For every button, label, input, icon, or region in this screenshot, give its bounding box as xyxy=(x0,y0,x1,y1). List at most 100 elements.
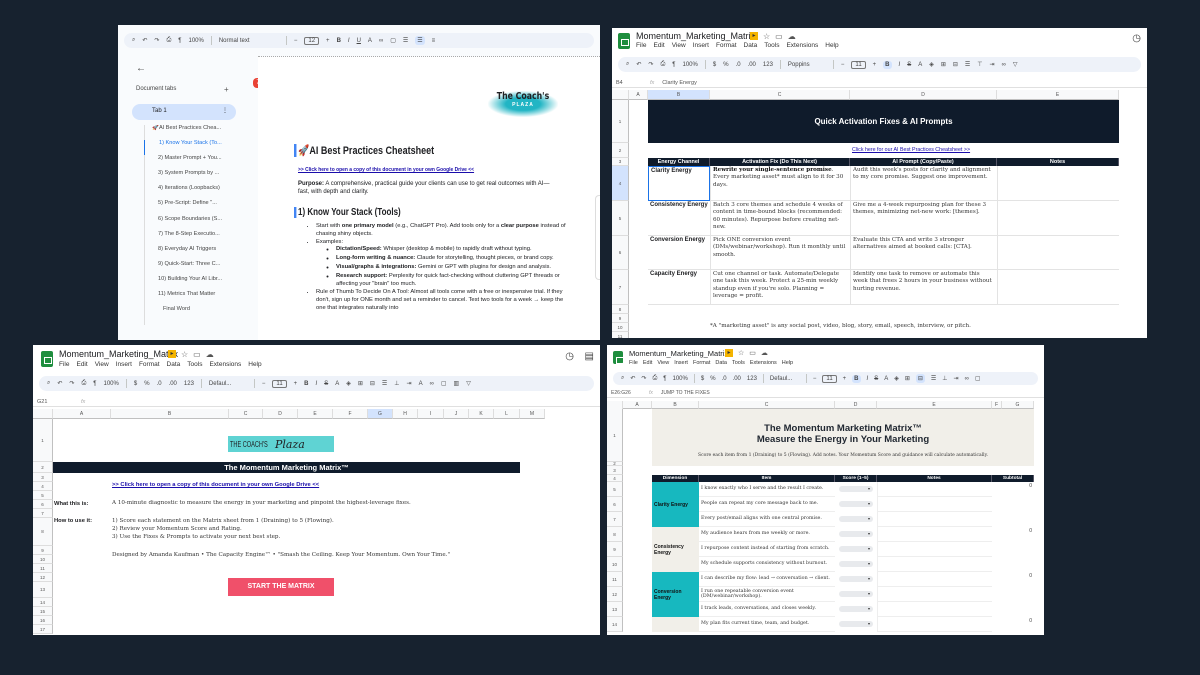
row-header-3[interactable]: 3 xyxy=(607,466,623,475)
menu-tools[interactable]: Tools xyxy=(187,361,202,368)
score-dropdown[interactable]: ▾ xyxy=(839,621,873,627)
more-vert-icon[interactable]: ⋮ xyxy=(222,107,228,114)
redo-icon[interactable]: ↷ xyxy=(154,37,159,44)
outline-item[interactable]: 6) Scope Boundaries (S... xyxy=(152,216,258,231)
font-size-increase[interactable]: + xyxy=(873,62,877,68)
bold-icon[interactable]: B xyxy=(852,374,861,383)
font-size-decrease[interactable]: − xyxy=(262,381,266,387)
menu-tools[interactable]: Tools xyxy=(764,42,779,49)
text-color-icon[interactable]: A xyxy=(884,376,888,382)
notes-cell[interactable] xyxy=(877,482,992,497)
column-header-B[interactable]: B xyxy=(111,409,229,419)
undo-icon[interactable]: ↶ xyxy=(630,375,635,382)
row-header-14[interactable]: 14 xyxy=(33,598,53,607)
outline-item[interactable]: 7) The 8-Step Executio... xyxy=(152,231,258,246)
paint-format-icon[interactable]: ¶ xyxy=(663,376,666,382)
row-header-2[interactable]: 2 xyxy=(33,462,53,473)
outline-item[interactable]: 10) Building Your AI Libr... xyxy=(152,276,258,291)
energy-channel-cell[interactable]: Clarity Energy xyxy=(648,166,710,201)
back-arrow-icon[interactable]: ← xyxy=(136,63,146,74)
row-header-15[interactable]: 15 xyxy=(33,607,53,616)
cloud-icon[interactable]: ☁ xyxy=(788,32,796,41)
star-icon[interactable]: ☆ xyxy=(181,350,188,359)
column-header-B[interactable]: B xyxy=(652,401,699,409)
column-header-G[interactable]: G xyxy=(368,409,393,419)
redo-icon[interactable]: ↷ xyxy=(69,380,74,387)
merge-icon[interactable]: ⊟ xyxy=(953,61,958,68)
text-color-icon[interactable]: A xyxy=(918,62,922,68)
name-box[interactable]: E26:G26 xyxy=(611,390,641,396)
chart-icon[interactable]: ▥ xyxy=(454,380,460,387)
row-header-6[interactable]: 6 xyxy=(612,236,629,270)
paint-format-icon[interactable]: ¶ xyxy=(178,38,181,44)
italic-icon[interactable]: I xyxy=(867,376,869,382)
activation-fix-cell[interactable]: Pick ONE conversion event (DMs/webinar/w… xyxy=(710,236,850,270)
filter-icon[interactable]: ▽ xyxy=(466,380,471,387)
row-header-4[interactable]: 4 xyxy=(612,166,629,201)
column-header-E[interactable]: E xyxy=(298,409,333,419)
font-select[interactable]: Defaul... xyxy=(770,376,800,382)
link-icon[interactable]: ∞ xyxy=(379,38,383,44)
row-header-6[interactable]: 6 xyxy=(33,500,53,509)
menu-file[interactable]: File xyxy=(59,361,69,368)
currency-icon[interactable]: $ xyxy=(701,376,704,382)
row-header-10[interactable]: 10 xyxy=(607,557,623,572)
bold-icon[interactable]: B xyxy=(304,381,308,387)
cheatsheet-link[interactable]: Click here for our AI Best Practices Che… xyxy=(852,147,970,153)
font-size-increase[interactable]: + xyxy=(326,38,330,44)
notes-cell[interactable] xyxy=(997,270,1119,305)
comment-icon[interactable]: ▢ xyxy=(390,37,396,44)
row-header-1[interactable]: 1 xyxy=(607,409,623,462)
folder-icon[interactable]: ▭ xyxy=(193,350,201,359)
star-icon[interactable]: ☆ xyxy=(763,32,770,41)
name-box[interactable]: G21 xyxy=(37,399,73,405)
column-header-D[interactable]: D xyxy=(850,90,997,100)
menu-insert[interactable]: Insert xyxy=(116,361,132,368)
redo-icon[interactable]: ↷ xyxy=(648,61,653,68)
row-header-9[interactable]: 9 xyxy=(607,542,623,557)
style-select[interactable]: Normal text xyxy=(219,38,279,44)
menu-insert[interactable]: Insert xyxy=(693,42,709,49)
font-size-input[interactable]: 11 xyxy=(272,379,287,388)
font-size-input[interactable]: 12 xyxy=(304,36,320,45)
paint-format-icon[interactable]: ¶ xyxy=(672,62,675,68)
merge-icon[interactable]: ⊟ xyxy=(370,380,375,387)
strikethrough-icon[interactable]: S xyxy=(907,62,911,68)
number-format-icon[interactable]: 123 xyxy=(747,376,757,382)
folder-icon[interactable]: ▭ xyxy=(749,349,756,357)
menu-format[interactable]: Format xyxy=(716,42,737,49)
rotate-icon[interactable]: A xyxy=(419,381,423,387)
notes-cell[interactable] xyxy=(877,497,992,512)
font-size-input[interactable]: 11 xyxy=(851,60,866,69)
zoom-select[interactable]: 100% xyxy=(103,381,118,387)
currency-icon[interactable]: $ xyxy=(713,62,716,68)
decimal-increase-icon[interactable]: .00 xyxy=(748,62,756,68)
column-header-E[interactable]: E xyxy=(877,401,992,409)
menu-data[interactable]: Data xyxy=(744,42,758,49)
merge-icon[interactable]: ⊟ xyxy=(915,374,925,383)
row-header-7[interactable]: 7 xyxy=(612,270,629,305)
column-header-A[interactable]: A xyxy=(53,409,111,419)
notes-cell[interactable] xyxy=(877,572,992,587)
outline-item[interactable]: 🚀AI Best Practices Chea... xyxy=(152,125,258,140)
print-icon[interactable]: ⎙ xyxy=(166,37,171,44)
score-dropdown[interactable]: ▾ xyxy=(839,561,873,567)
name-box[interactable]: B4 xyxy=(616,80,642,86)
borders-icon[interactable]: ⊞ xyxy=(358,380,363,387)
italic-icon[interactable]: I xyxy=(899,62,901,68)
menu-help[interactable]: Help xyxy=(248,361,261,368)
row-header-14[interactable]: 14 xyxy=(607,617,623,632)
font-select[interactable]: Defaul... xyxy=(209,381,247,387)
folder-icon[interactable]: ▭ xyxy=(775,32,783,41)
paint-format-icon[interactable]: ¶ xyxy=(93,381,96,387)
number-format-icon[interactable]: 123 xyxy=(763,62,773,68)
copy-document-link[interactable]: >> Click here to open a copy of this doc… xyxy=(112,482,319,488)
add-tab-button[interactable]: + xyxy=(224,85,229,94)
numbered-list-icon[interactable]: ≡ xyxy=(432,38,436,44)
score-dropdown[interactable]: ▾ xyxy=(839,576,873,582)
borders-icon[interactable]: ⊞ xyxy=(941,61,946,68)
column-header-D[interactable]: D xyxy=(835,401,877,409)
align-icon[interactable]: ☰ xyxy=(965,61,970,68)
underline-icon[interactable]: U xyxy=(357,38,361,44)
notes-cell[interactable] xyxy=(877,557,992,572)
